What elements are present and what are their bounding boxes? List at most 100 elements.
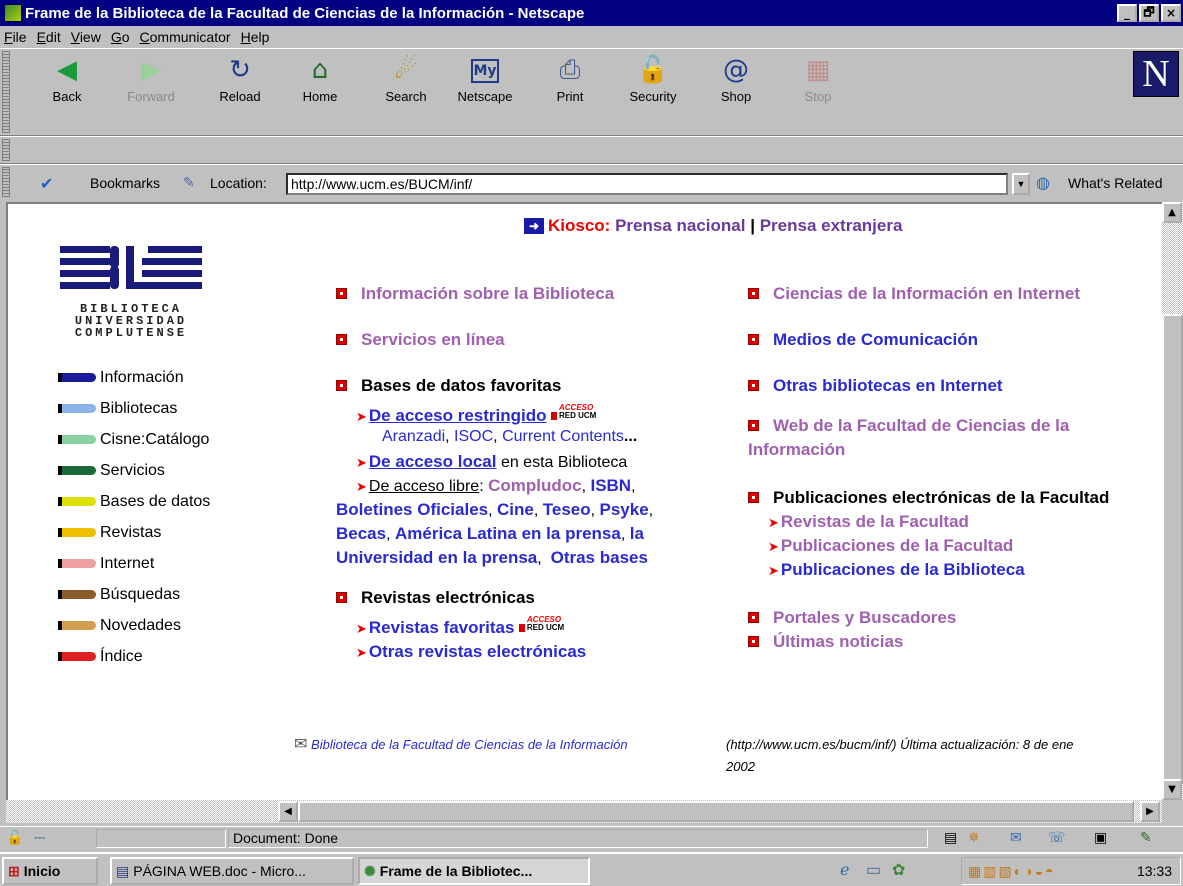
taskbar-word-button[interactable]: ▤ PÁGINA WEB.doc - Micro... bbox=[110, 857, 354, 885]
taskbar-netscape-button[interactable]: ✺ Frame de la Bibliotec... bbox=[358, 857, 590, 885]
portales-buscadores-link[interactable]: Portales y Buscadores bbox=[773, 608, 956, 627]
nav-indice[interactable]: Índice bbox=[58, 641, 210, 672]
footer-mail-link[interactable]: Biblioteca de la Facultad de Ciencias de… bbox=[311, 737, 628, 752]
becas-link[interactable]: Becas bbox=[336, 524, 386, 543]
clock: 13:33 bbox=[1136, 863, 1172, 879]
publicaciones-facultad-link[interactable]: Publicaciones de la Facultad bbox=[781, 536, 1013, 555]
boletines-link[interactable]: Boletines Oficiales bbox=[336, 500, 488, 519]
list-item: ➤ Otras revistas electrónicas bbox=[336, 642, 736, 666]
universidad-prensa-link[interactable]: Universidad en la prensa bbox=[336, 548, 537, 567]
maximize-button[interactable]: 🗗 bbox=[1139, 4, 1159, 22]
otras-bibliotecas-link[interactable]: Otras bibliotecas en Internet bbox=[773, 376, 1003, 395]
menu-communicator[interactable]: Communicator bbox=[140, 29, 231, 45]
bucm-logo[interactable]: BIBLIOTECA UNIVERSIDAD COMPLUTENSE bbox=[56, 244, 206, 339]
navigator-icon[interactable]: ✵ bbox=[968, 829, 980, 846]
bookmarks-button[interactable]: Bookmarks bbox=[90, 175, 160, 191]
prensa-extranjera-link[interactable]: Prensa extranjera bbox=[760, 216, 903, 235]
location-toolbar-grip[interactable] bbox=[2, 167, 10, 197]
otras-bases-link[interactable]: Otras bases bbox=[551, 548, 648, 567]
discussion-icon[interactable]: ☏ bbox=[1048, 829, 1066, 846]
servicios-en-linea-link[interactable]: Servicios en línea bbox=[361, 330, 505, 349]
search-button[interactable]: ☄ Search bbox=[376, 53, 436, 125]
nav-revistas[interactable]: Revistas bbox=[58, 517, 210, 548]
desktop-icon[interactable]: ▭ bbox=[866, 860, 881, 880]
horizontal-scrollbar[interactable]: ◀ ▶ bbox=[6, 800, 1162, 823]
menu-help[interactable]: Help bbox=[241, 29, 270, 45]
stop-button[interactable]: ▦ Stop bbox=[798, 53, 838, 125]
acceso-local-link[interactable]: De acceso local bbox=[369, 452, 497, 471]
america-latina-link[interactable]: América Latina en la prensa bbox=[395, 524, 621, 543]
ie-icon[interactable]: ℯ bbox=[840, 860, 849, 880]
tray-icons[interactable]: ▦▥▧◐◑◒◓ bbox=[968, 863, 1056, 880]
nav-label: Internet bbox=[100, 554, 155, 572]
nav-bibliotecas[interactable]: Bibliotecas bbox=[58, 393, 210, 424]
publicaciones-biblioteca-link[interactable]: Publicaciones de la Biblioteca bbox=[781, 560, 1025, 579]
close-button[interactable]: × bbox=[1161, 4, 1181, 22]
compludoc-link[interactable]: Compludoc bbox=[488, 476, 582, 495]
security-button[interactable]: 🔓 Security bbox=[620, 53, 686, 125]
scroll-down-button[interactable]: ▼ bbox=[1162, 779, 1182, 800]
lock-icon: 🔓 bbox=[636, 55, 670, 85]
whats-related-button[interactable]: What's Related bbox=[1068, 175, 1163, 191]
shop-button[interactable]: @ Shop bbox=[714, 53, 758, 125]
back-button[interactable]: ◀ Back bbox=[42, 53, 92, 125]
nav-cisne-catalogo[interactable]: Cisne:Catálogo bbox=[58, 424, 210, 455]
cine-link[interactable]: Cine bbox=[497, 500, 534, 519]
menu-view[interactable]: View bbox=[71, 29, 101, 45]
netscape-logo[interactable]: N bbox=[1133, 51, 1179, 97]
personal-toolbar-grip[interactable] bbox=[2, 139, 10, 161]
la-link[interactable]: la bbox=[630, 524, 644, 543]
web-facultad-link[interactable]: Web de la Facultad de Ciencias de la bbox=[773, 416, 1069, 435]
ciencias-internet-link[interactable]: Ciencias de la Información en Internet bbox=[773, 284, 1080, 303]
ellipsis: ... bbox=[623, 428, 638, 445]
forward-button[interactable]: ▶ Forward bbox=[120, 53, 182, 125]
vertical-scrollbar[interactable]: ▲ ▼ bbox=[1162, 202, 1183, 800]
location-dropdown-button[interactable]: ▼ bbox=[1012, 173, 1030, 195]
toolbar-grip[interactable] bbox=[2, 51, 10, 133]
teseo-link[interactable]: Teseo bbox=[543, 500, 591, 519]
menu-go[interactable]: Go bbox=[111, 29, 130, 45]
start-button[interactable]: ⊞ Inicio bbox=[2, 857, 98, 885]
acceso-restringido-link[interactable]: De acceso restringido bbox=[369, 406, 547, 425]
nav-servicios[interactable]: Servicios bbox=[58, 455, 210, 486]
print-button[interactable]: ⎙ Print bbox=[548, 53, 592, 125]
aranzadi-link[interactable]: Aranzadi bbox=[382, 428, 445, 445]
horizontal-scroll-thumb[interactable] bbox=[298, 801, 1134, 822]
ultimas-noticias-link[interactable]: Últimas noticias bbox=[773, 632, 903, 651]
location-input[interactable]: http://www.ucm.es/BUCM/inf/ bbox=[286, 173, 1008, 195]
current-contents-link[interactable]: Current Contents bbox=[502, 428, 624, 445]
menu-edit[interactable]: Edit bbox=[37, 29, 61, 45]
scroll-right-button[interactable]: ▶ bbox=[1140, 801, 1160, 822]
web-facultad-link-cont[interactable]: Información bbox=[748, 440, 845, 459]
nav-bases-de-datos[interactable]: Bases de datos bbox=[58, 486, 210, 517]
netscape-button[interactable]: My Netscape bbox=[450, 53, 520, 125]
nav-informacion[interactable]: Información bbox=[58, 362, 210, 393]
security-lock-icon[interactable]: 🔓 bbox=[6, 829, 23, 846]
nav-busquedas[interactable]: Búsquedas bbox=[58, 579, 210, 610]
otras-revistas-link[interactable]: Otras revistas electrónicas bbox=[369, 642, 586, 661]
scroll-left-button[interactable]: ◀ bbox=[278, 801, 298, 822]
channels-icon[interactable]: ✿ bbox=[892, 860, 905, 880]
isbn-link[interactable]: ISBN bbox=[590, 476, 631, 495]
edit-pencil-icon[interactable]: ✎ bbox=[1140, 829, 1152, 846]
reload-button[interactable]: ↻ Reload bbox=[212, 53, 268, 125]
informacion-biblioteca-link[interactable]: Información sobre la Biblioteca bbox=[361, 284, 614, 303]
nav-internet[interactable]: Internet bbox=[58, 548, 210, 579]
psyke-link[interactable]: Psyke bbox=[600, 500, 649, 519]
acceso-libre-link[interactable]: De acceso libre bbox=[369, 478, 479, 495]
composer-icon[interactable]: ▣ bbox=[1094, 829, 1107, 846]
revistas-favoritas-link[interactable]: Revistas favoritas bbox=[369, 618, 515, 637]
medios-comunicacion-link[interactable]: Medios de Comunicación bbox=[773, 330, 978, 349]
mail-icon[interactable]: ✉ bbox=[1010, 829, 1022, 846]
home-button[interactable]: ⌂ Home bbox=[298, 53, 342, 125]
component-bar-icon[interactable]: ▤ bbox=[944, 829, 957, 846]
vertical-scroll-thumb[interactable] bbox=[1162, 314, 1183, 784]
minimize-button[interactable]: _ bbox=[1117, 4, 1137, 22]
menu-file[interactable]: File bbox=[4, 29, 27, 45]
nav-novedades[interactable]: Novedades bbox=[58, 610, 210, 641]
bullet-icon bbox=[336, 380, 347, 391]
isoc-link[interactable]: ISOC bbox=[454, 428, 493, 445]
prensa-nacional-link[interactable]: Prensa nacional bbox=[615, 216, 745, 235]
scroll-up-button[interactable]: ▲ bbox=[1162, 202, 1182, 223]
revistas-facultad-link[interactable]: Revistas de la Facultad bbox=[781, 512, 969, 531]
